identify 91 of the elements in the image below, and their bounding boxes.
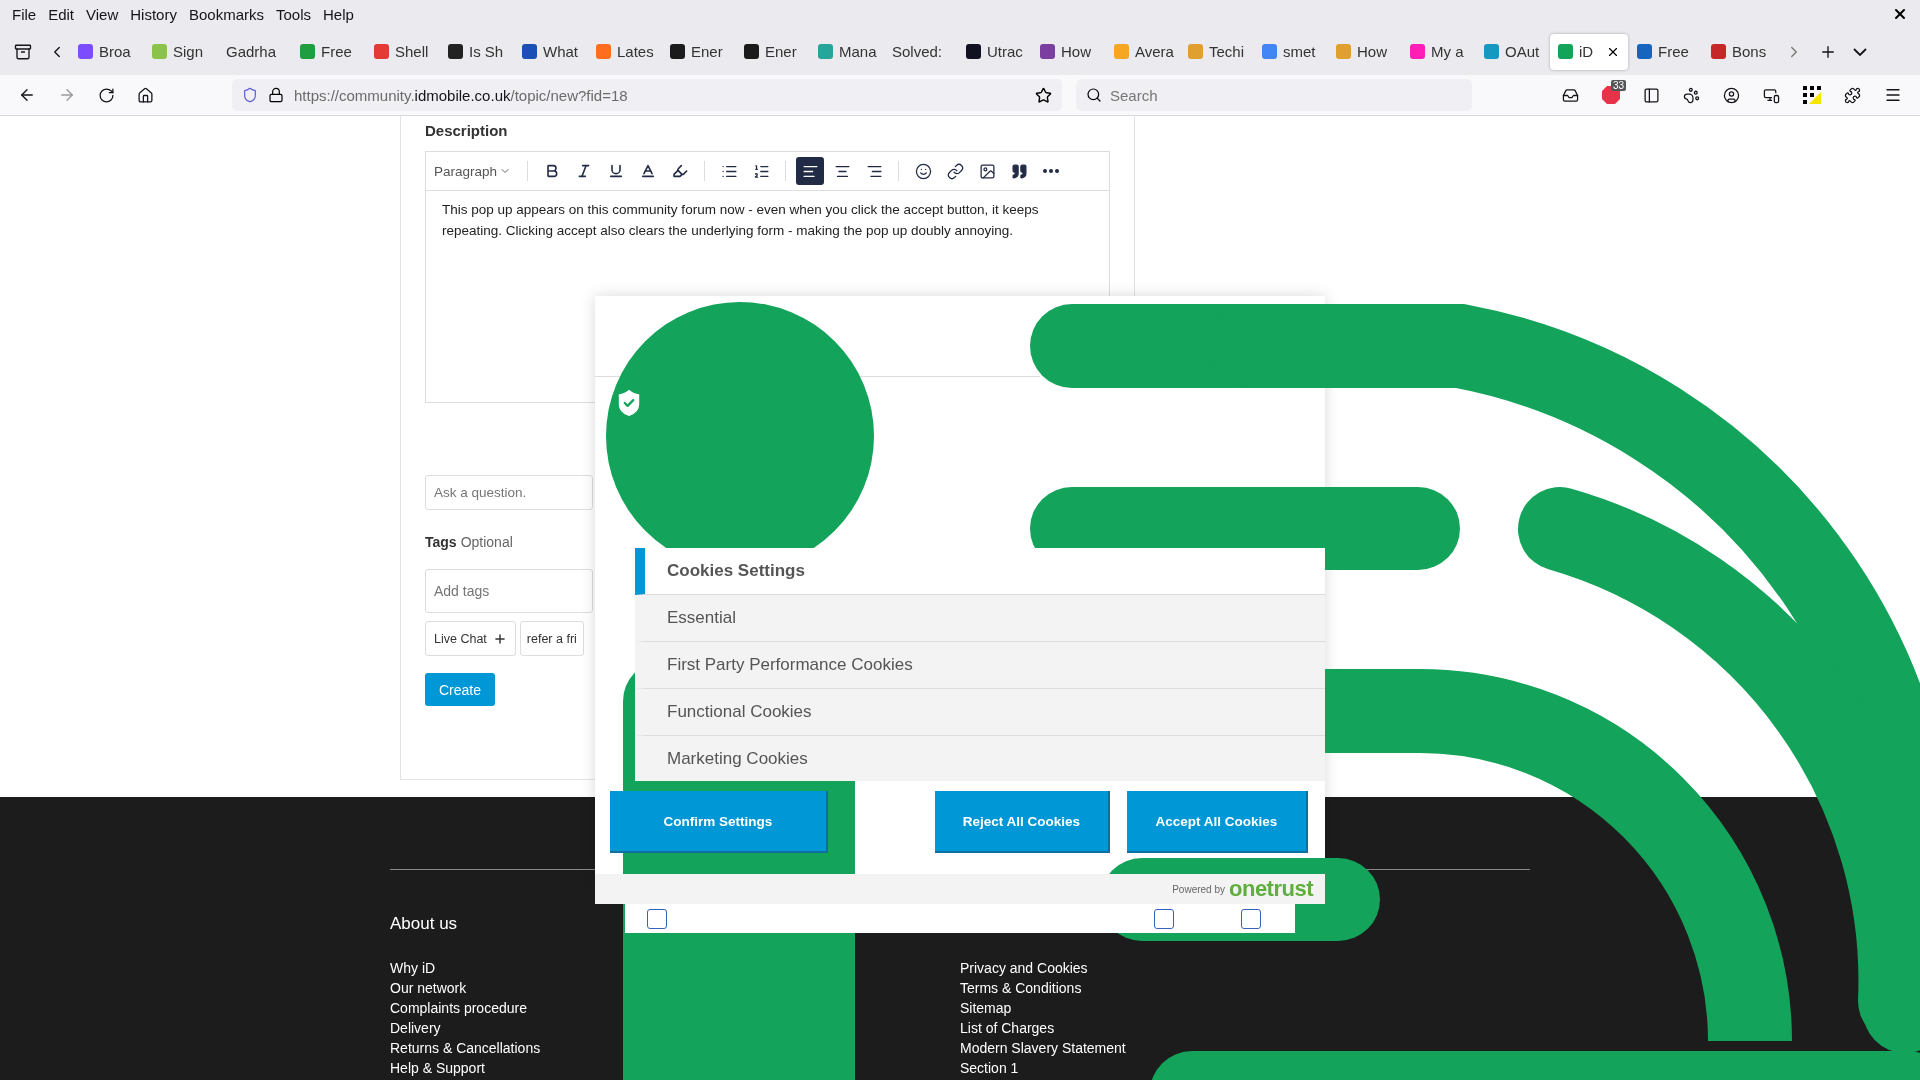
description-label: Description xyxy=(425,122,509,139)
puzzle-icon xyxy=(1844,86,1861,104)
tag-chip[interactable]: Live Chat xyxy=(425,621,516,656)
numbered-list-icon xyxy=(752,162,770,180)
menu-item[interactable]: View xyxy=(80,5,125,23)
tags-field[interactable]: Add tags xyxy=(425,569,593,613)
menu-item[interactable]: History xyxy=(124,5,183,23)
paw-icon xyxy=(1683,86,1700,104)
footer-link[interactable]: Returns & Cancellations xyxy=(390,1038,541,1058)
footer-link[interactable]: List of Charges xyxy=(960,1018,1055,1038)
browser-tab[interactable]: Ener xyxy=(662,33,735,70)
search-icon xyxy=(1086,87,1102,103)
menu-item[interactable]: Edit xyxy=(42,5,81,23)
tags-label: Tags xyxy=(425,534,457,550)
footer-link[interactable]: Our network xyxy=(390,978,467,998)
devices-icon xyxy=(1763,86,1780,104)
menu-icon xyxy=(1884,86,1902,104)
powered-by-text: Powered by xyxy=(1172,883,1225,895)
browser-tab[interactable]: My a xyxy=(1402,33,1475,70)
align-left-button[interactable] xyxy=(796,157,825,185)
browser-tab[interactable]: Mana xyxy=(810,33,883,70)
browser-tab[interactable]: Gadrha xyxy=(218,33,291,70)
tray-icon xyxy=(1562,86,1579,104)
browser-tab[interactable]: Solved: xyxy=(884,33,957,70)
home-icon xyxy=(137,86,154,104)
footer-link[interactable]: Why iD xyxy=(390,958,436,978)
more-icon xyxy=(1043,169,1060,173)
shield-icon xyxy=(242,87,258,103)
footer-link[interactable]: Help & Support xyxy=(390,1058,485,1078)
editor-text: This pop up appears on this community forum now - even when you click the accept button, it keeps repeating. Clicking accept also clears the underlying form - making the pop up doubly annoying. xyxy=(441,201,1040,240)
footer-link[interactable]: Terms & Conditions xyxy=(960,978,1082,998)
checkbox[interactable] xyxy=(1241,908,1261,929)
cookie-category-tab[interactable]: Cookies Settings xyxy=(635,548,1325,595)
count-badge: 33 xyxy=(1610,80,1626,91)
close-icon xyxy=(1892,6,1908,22)
footer-link[interactable]: Privacy and Cookies xyxy=(960,958,1088,978)
font-color-icon xyxy=(640,163,657,179)
address-field[interactable]: https://community.idmobile.co.uk/topic/new?fid=18 xyxy=(232,79,1062,111)
paragraph-format-dropdown[interactable]: Paragraph xyxy=(434,163,518,179)
browser-tab[interactable]: Broa xyxy=(70,33,143,70)
adblock-button[interactable]: 33 xyxy=(1598,82,1624,108)
plus-icon xyxy=(492,631,507,646)
browser-tab[interactable]: How xyxy=(1032,33,1105,70)
browser-tab[interactable]: Is Sh xyxy=(440,33,513,70)
emoji-icon xyxy=(914,162,932,180)
underline-icon xyxy=(608,163,625,179)
question-field[interactable]: Ask a question. xyxy=(425,475,593,510)
footer-link[interactable]: Section 1 xyxy=(960,1058,1019,1078)
footer-heading: About us xyxy=(390,914,458,935)
archive-icon xyxy=(14,42,32,61)
menu-item[interactable]: Help xyxy=(317,5,360,23)
link-icon xyxy=(946,162,964,180)
account-icon xyxy=(1723,86,1740,104)
chevron-down-icon xyxy=(1853,47,1867,56)
footer-link[interactable]: Complaints procedure xyxy=(390,998,527,1018)
brand-logo: onetrust xyxy=(1229,876,1313,902)
browser-tab[interactable]: Ener xyxy=(736,33,809,70)
image-icon xyxy=(978,162,996,180)
footer-link[interactable]: Modern Slavery Statement xyxy=(960,1038,1126,1058)
browser-tab[interactable]: Sign xyxy=(144,33,217,70)
browser-tab[interactable]: Free xyxy=(1629,33,1702,70)
browser-tab[interactable]: iD xyxy=(1550,33,1628,70)
menu-item[interactable]: Bookmarks xyxy=(182,5,270,23)
browser-tab[interactable]: Techi xyxy=(1180,33,1253,70)
browser-tab[interactable]: How xyxy=(1328,33,1401,70)
checkbox[interactable] xyxy=(647,908,667,929)
lock-icon xyxy=(268,87,284,103)
optional-label: Optional xyxy=(460,534,513,550)
reload-icon xyxy=(98,86,115,104)
forward-arrow-icon xyxy=(58,86,76,104)
menu-item[interactable]: Tools xyxy=(270,5,317,23)
browser-tab[interactable]: smet xyxy=(1254,33,1327,70)
browser-tab[interactable]: What xyxy=(514,33,587,70)
browser-tab[interactable]: Lates xyxy=(588,33,661,70)
browser-tab[interactable]: Shell xyxy=(366,33,439,70)
bookmark-star-icon[interactable] xyxy=(1035,86,1052,104)
menu-item[interactable]: File xyxy=(6,5,43,23)
tag-chip[interactable]: refer a fri xyxy=(519,621,584,656)
browser-tab[interactable]: Free xyxy=(292,33,365,70)
browser-tab[interactable]: Utrac xyxy=(958,33,1031,70)
search-field[interactable]: Search xyxy=(1076,79,1472,111)
browser-tab[interactable]: OAut xyxy=(1476,33,1549,70)
sidebar-icon xyxy=(1643,86,1660,104)
checkbox[interactable] xyxy=(1154,908,1174,929)
footer-link[interactable]: Sitemap xyxy=(960,998,1012,1018)
highlighter-icon xyxy=(672,163,689,179)
footer-link[interactable]: Delivery xyxy=(390,1018,441,1038)
quote-icon xyxy=(1010,162,1028,180)
browser-tab[interactable]: Avera xyxy=(1106,33,1179,70)
browser-tab[interactable]: Bons xyxy=(1703,33,1776,70)
grid-icon xyxy=(1803,86,1821,104)
